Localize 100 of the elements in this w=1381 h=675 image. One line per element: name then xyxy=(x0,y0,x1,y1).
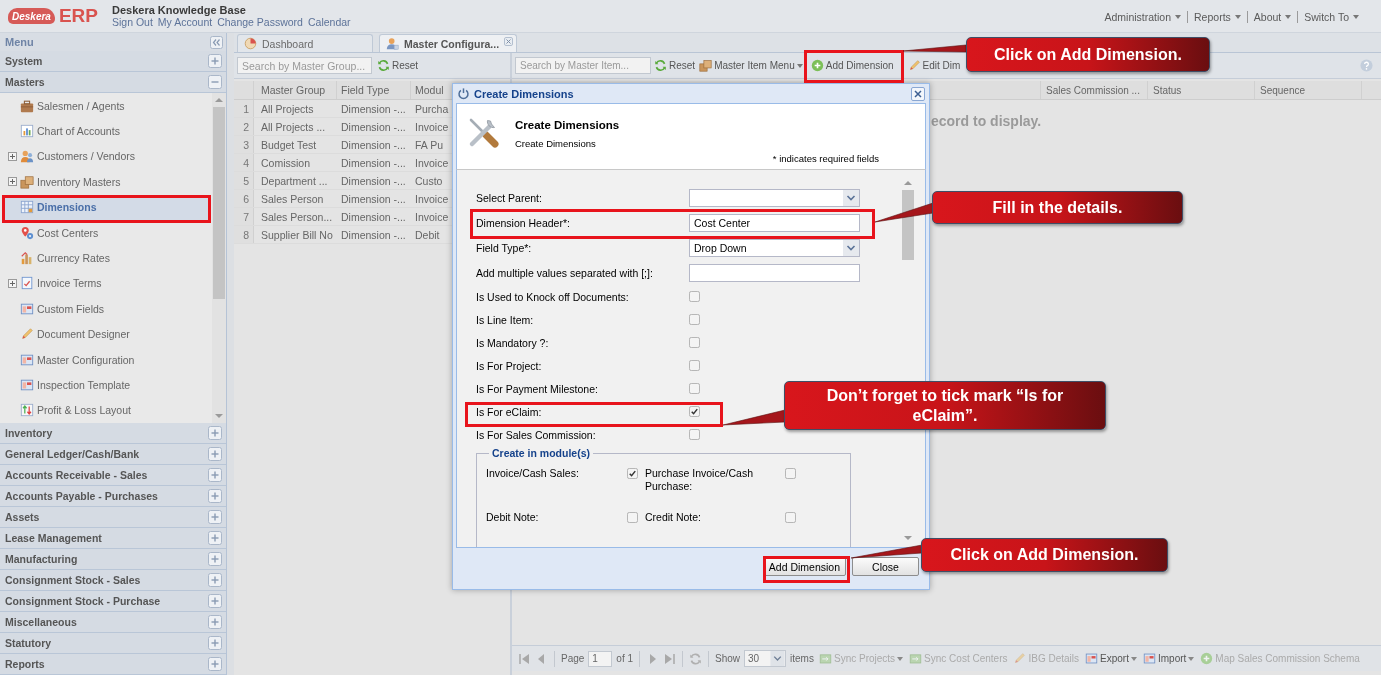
toolbar-button[interactable]: Add Dimension xyxy=(809,56,895,75)
toolbar-button[interactable]: Edit Dim xyxy=(906,56,962,75)
toolbar-button[interactable]: Reset xyxy=(653,56,697,75)
field-label: Credit Note: xyxy=(645,511,703,524)
checkbox[interactable] xyxy=(689,360,700,371)
accordion-header[interactable]: Lease Management xyxy=(0,528,226,549)
checkbox[interactable] xyxy=(689,406,700,417)
accordion-header[interactable]: Consignment Stock - Sales xyxy=(0,570,226,591)
tab[interactable]: Master Configura... xyxy=(379,34,518,52)
dialog-button[interactable]: Close xyxy=(852,557,919,576)
table-cell-text: All Projects xyxy=(260,101,315,117)
expand-icon[interactable] xyxy=(8,151,17,161)
accordion-header[interactable]: Manufacturing xyxy=(0,549,226,570)
close-icon[interactable] xyxy=(504,37,514,46)
tree-item[interactable]: Currency Rates xyxy=(3,245,211,271)
page-size-field[interactable]: 30 xyxy=(744,650,787,667)
column-header[interactable]: Modul xyxy=(411,81,449,99)
plus-icon[interactable] xyxy=(208,636,222,650)
accordion-header[interactable]: Masters xyxy=(0,72,226,93)
plus-icon[interactable] xyxy=(208,447,222,461)
tree-item[interactable]: Chart of Accounts xyxy=(3,118,211,144)
refresh-icon[interactable] xyxy=(689,651,703,666)
field-label: Field Type*: xyxy=(476,241,533,254)
column-header[interactable]: Field Type xyxy=(337,81,411,99)
toolbar-button[interactable]: Export xyxy=(1084,652,1138,665)
tree-item[interactable]: Inspection Template xyxy=(3,372,211,398)
tree-item[interactable]: Custom Fields xyxy=(3,296,211,322)
plus-icon[interactable] xyxy=(208,573,222,587)
reset-button[interactable]: Reset xyxy=(376,56,420,75)
tree-item[interactable]: Invoice Terms xyxy=(3,270,211,297)
accordion-header[interactable]: System xyxy=(0,51,226,72)
table-cell-text: Dimension -... xyxy=(340,119,407,135)
menu-link[interactable]: Reports xyxy=(1187,11,1247,23)
checkbox[interactable] xyxy=(689,383,700,394)
close-icon[interactable] xyxy=(911,86,925,101)
plus-icon[interactable] xyxy=(208,615,222,629)
page-field[interactable]: 1 xyxy=(588,650,613,667)
tree-item[interactable]: Cost Centers xyxy=(3,219,211,246)
plus-icon[interactable] xyxy=(208,510,222,524)
column-header[interactable]: Sales Commission ... xyxy=(1041,81,1148,99)
input-field[interactable]: Cost Center xyxy=(689,213,860,232)
scrollbar[interactable] xyxy=(212,93,226,423)
expand-icon[interactable] xyxy=(8,278,17,288)
accordion-header[interactable]: Accounts Receivable - Sales xyxy=(0,465,226,486)
column-header[interactable]: Status xyxy=(1148,81,1255,99)
panel-title: Menu xyxy=(5,36,34,48)
help-icon[interactable] xyxy=(1360,59,1373,72)
checkbox[interactable] xyxy=(689,429,700,440)
header-link[interactable]: My Account xyxy=(157,16,213,28)
header-link[interactable]: Calendar xyxy=(307,16,351,28)
table-cell-text: Budget Test xyxy=(260,137,318,153)
plus-icon[interactable] xyxy=(208,468,222,482)
checkbox[interactable] xyxy=(627,512,638,523)
accordion-header[interactable]: Consignment Stock - Purchase xyxy=(0,591,226,612)
tree-item[interactable]: Profit & Loss Layout xyxy=(3,397,211,424)
plus-icon[interactable] xyxy=(208,657,222,671)
splitter-bar[interactable] xyxy=(227,33,234,675)
menu-link[interactable]: Administration xyxy=(1098,11,1188,23)
header-link[interactable]: Sign Out xyxy=(112,16,153,28)
accordion-header[interactable]: Accounts Payable - Purchases xyxy=(0,486,226,507)
checkbox[interactable] xyxy=(689,314,700,325)
toolbar-button[interactable]: Master Item Menu xyxy=(698,56,804,75)
menu-link[interactable]: About xyxy=(1246,11,1298,23)
accordion-header[interactable]: Reports xyxy=(0,654,226,675)
accordion-header[interactable]: Miscellaneous xyxy=(0,612,226,633)
plus-icon[interactable] xyxy=(208,54,222,68)
collapse-icon[interactable] xyxy=(210,35,223,49)
tree-item[interactable]: Salesmen / Agents xyxy=(3,93,211,119)
accordion-header[interactable]: General Ledger/Cash/Bank xyxy=(0,444,226,465)
column-header[interactable]: Sequence xyxy=(1255,81,1362,99)
minus-icon[interactable] xyxy=(208,75,222,89)
tree-item[interactable]: Customers / Vendors xyxy=(3,143,211,170)
tree-item[interactable]: Master Configuration xyxy=(3,346,211,373)
checkbox[interactable] xyxy=(627,468,638,479)
tree-item[interactable]: Document Designer xyxy=(3,321,211,347)
callout: Fill in the details. xyxy=(932,191,1183,224)
plus-icon[interactable] xyxy=(208,426,222,440)
checkbox[interactable] xyxy=(785,468,796,479)
expand-icon[interactable] xyxy=(8,177,17,187)
accordion-header[interactable]: Assets xyxy=(0,507,226,528)
plus-icon[interactable] xyxy=(208,489,222,503)
table-cell-text: Dimension -... xyxy=(340,209,407,225)
input-field[interactable] xyxy=(689,263,860,282)
column-header[interactable]: Master Group xyxy=(254,81,337,99)
last-page-icon[interactable] xyxy=(663,651,677,666)
dropdown-field[interactable] xyxy=(689,188,860,207)
toolbar-button[interactable]: Import xyxy=(1141,652,1196,665)
tree-item[interactable]: Inventory Masters xyxy=(3,169,211,195)
accordion-header[interactable]: Inventory xyxy=(0,423,226,444)
first-page-icon[interactable] xyxy=(518,651,531,666)
plus-icon[interactable] xyxy=(208,552,222,566)
checkbox[interactable] xyxy=(689,291,700,302)
checkbox[interactable] xyxy=(689,337,700,348)
tab[interactable]: Dashboard xyxy=(237,34,373,52)
plus-icon[interactable] xyxy=(208,531,222,545)
header-link[interactable]: Change Password xyxy=(217,16,303,28)
accordion-header[interactable]: Statutory xyxy=(0,633,226,654)
plus-icon[interactable] xyxy=(208,594,222,608)
checkbox[interactable] xyxy=(785,512,796,523)
menu-link[interactable]: Switch To xyxy=(1297,11,1365,23)
